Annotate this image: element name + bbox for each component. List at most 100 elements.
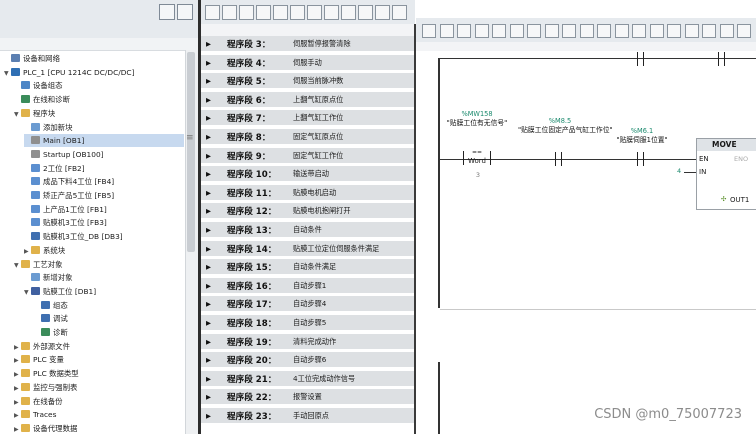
network-row[interactable]: ▶ 程序段 9： 固定气缸工作位: [201, 147, 415, 165]
toolbar-button-icon[interactable]: [492, 24, 506, 38]
expand-network-icon[interactable]: ▶: [206, 375, 211, 383]
collapse-arrow-icon[interactable]: ▼: [4, 67, 11, 80]
expand-network-icon[interactable]: ▶: [206, 263, 211, 271]
expand-network-icon[interactable]: ▶: [206, 300, 211, 308]
tree-item[interactable]: 矫正产品5工位 [FB5]: [24, 189, 184, 202]
expand-network-icon[interactable]: ▶: [206, 338, 211, 346]
tree-item[interactable]: 贴膜机3工位_DB [DB3]: [24, 230, 184, 243]
toolbar-button-icon[interactable]: [439, 24, 454, 38]
expand-network-icon[interactable]: ▶: [206, 393, 211, 401]
toolbar-button-icon[interactable]: [324, 5, 339, 20]
toolbar-button-icon[interactable]: [273, 5, 288, 20]
expand-network-icon[interactable]: ▶: [206, 59, 211, 67]
expand-network-icon[interactable]: ▶: [206, 319, 211, 327]
tree-item[interactable]: ▶ 设备代理数据: [14, 422, 184, 435]
expand-network-icon[interactable]: ▶: [206, 412, 211, 420]
tree-item[interactable]: 设备和网络: [4, 52, 184, 65]
network-row[interactable]: ▶ 程序段 4： 伺服手动: [201, 54, 415, 72]
network-row[interactable]: ▶ 程序段 22： 报警设置: [201, 389, 415, 407]
expand-arrow-icon[interactable]: ▶: [14, 396, 21, 409]
network-row[interactable]: ▶ 程序段 7： 上翻气缸工作位: [201, 110, 415, 128]
toolbar-button-icon[interactable]: [256, 5, 271, 20]
toolbar-button-icon[interactable]: [737, 24, 751, 38]
toolbar-button-icon[interactable]: [205, 5, 220, 20]
tree-item[interactable]: ▼ 程序块: [14, 107, 184, 120]
network-row[interactable]: ▶ 程序段 6： 上翻气缸原点位: [201, 91, 415, 109]
contact-m8-5[interactable]: [555, 152, 562, 166]
toolbar-button-icon[interactable]: [632, 24, 646, 38]
tree-item[interactable]: ▶ 外部源文件: [14, 340, 184, 353]
tree-item[interactable]: 2工位 [FB2]: [24, 162, 184, 175]
toolbar-button-icon[interactable]: [474, 24, 489, 38]
expand-network-icon[interactable]: ▶: [206, 189, 211, 197]
tree-item[interactable]: 添加新块: [24, 121, 184, 134]
tree-item[interactable]: 组态: [34, 299, 184, 312]
tree-item[interactable]: 新增对象: [24, 271, 184, 284]
tree-item[interactable]: ▶ Traces: [14, 408, 184, 421]
expand-network-icon[interactable]: ▶: [206, 152, 211, 160]
network-row[interactable]: ▶ 程序段 8： 固定气缸原点位: [201, 129, 415, 146]
expand-network-icon[interactable]: ▶: [206, 207, 211, 215]
expand-network-icon[interactable]: ▶: [206, 282, 211, 290]
expand-arrow-icon[interactable]: ▶: [14, 341, 21, 354]
tree-item[interactable]: Main [OB1]: [24, 134, 184, 148]
network-row[interactable]: ▶ 程序段 21： 4工位完成动作信号: [201, 370, 415, 388]
tree-item[interactable]: ▶ PLC 数据类型: [14, 367, 184, 380]
expand-network-icon[interactable]: ▶: [206, 40, 211, 48]
network-row[interactable]: ▶ 程序段 11： 贴膜电机启动: [201, 184, 415, 202]
tree-item[interactable]: ▼ PLC_1 [CPU 1214C DC/DC/DC]: [4, 66, 184, 79]
tree-item[interactable]: 调试: [34, 312, 184, 325]
network-row[interactable]: ▶ 程序段 13： 自动条件: [201, 222, 415, 239]
toolbar-button-icon[interactable]: [527, 24, 541, 38]
expand-network-icon[interactable]: ▶: [206, 114, 211, 122]
toolbar-button-icon[interactable]: [544, 24, 559, 38]
expand-arrow-icon[interactable]: ▶: [14, 354, 21, 367]
tree-item[interactable]: 诊断: [34, 326, 184, 339]
expand-arrow-icon[interactable]: ▶: [24, 245, 31, 258]
contact-prev-2[interactable]: [718, 52, 725, 66]
tree-item[interactable]: ▼ 工艺对象: [14, 258, 184, 271]
tree-item[interactable]: ▼ 贴膜工位 [DB1]: [24, 285, 184, 298]
network-row[interactable]: ▶ 程序段 17： 自动步骤4: [201, 296, 415, 314]
toolbar-button-icon[interactable]: [422, 24, 436, 38]
toolbar-button-icon[interactable]: [358, 5, 373, 20]
contact-m6-1[interactable]: [637, 152, 644, 166]
tree-item[interactable]: Startup [OB100]: [24, 148, 184, 161]
tree-save-icon[interactable]: [177, 4, 193, 20]
toolbar-button-icon[interactable]: [614, 24, 629, 38]
tree-item[interactable]: 在线和诊断: [14, 93, 184, 106]
expand-network-icon[interactable]: ▶: [206, 245, 211, 253]
tree-item[interactable]: 贴膜机3工位 [FB3]: [24, 216, 184, 229]
expand-network-icon[interactable]: ▶: [206, 77, 211, 85]
toolbar-button-icon[interactable]: [509, 24, 524, 38]
network-row[interactable]: ▶ 程序段 15： 自动条件满足: [201, 259, 415, 277]
expand-arrow-icon[interactable]: ▶: [14, 382, 21, 395]
network-row[interactable]: ▶ 程序段 16： 自动步骤1: [201, 277, 415, 295]
toolbar-button-icon[interactable]: [597, 24, 611, 38]
tree-item[interactable]: 设备组态: [14, 79, 184, 92]
tree-item[interactable]: 上产品1工位 [FB1]: [24, 203, 184, 216]
expand-network-icon[interactable]: ▶: [206, 226, 211, 234]
tree-item[interactable]: ▶ 系统块: [24, 244, 184, 257]
toolbar-button-icon[interactable]: [457, 24, 471, 38]
toolbar-button-icon[interactable]: [702, 24, 716, 38]
toolbar-button-icon[interactable]: [392, 5, 407, 20]
toolbar-button-icon[interactable]: [222, 5, 237, 20]
tree-view-icon[interactable]: [159, 4, 175, 20]
expand-arrow-icon[interactable]: ▶: [14, 409, 21, 422]
toolbar-button-icon[interactable]: [684, 24, 699, 38]
network-row[interactable]: ▶ 程序段 12： 贴膜电机抱闸打开: [201, 203, 415, 221]
collapse-arrow-icon[interactable]: ▼: [14, 108, 21, 121]
toolbar-button-icon[interactable]: [562, 24, 576, 38]
toolbar-button-icon[interactable]: [667, 24, 681, 38]
tree-item[interactable]: ▶ PLC 变量: [14, 353, 184, 366]
collapse-arrow-icon[interactable]: ▼: [14, 259, 21, 272]
network-row[interactable]: ▶ 程序段 19： 清料完成动作: [201, 333, 415, 351]
tree-scrollbar-thumb[interactable]: [187, 52, 195, 252]
tree-item[interactable]: 成品下料4工位 [FB4]: [24, 175, 184, 188]
toolbar-button-icon[interactable]: [239, 5, 254, 20]
toolbar-button-icon[interactable]: [649, 24, 664, 38]
network-row[interactable]: ▶ 程序段 20： 自动步骤6: [201, 352, 415, 370]
collapse-arrow-icon[interactable]: ▼: [24, 286, 31, 299]
expand-network-icon[interactable]: ▶: [206, 96, 211, 104]
